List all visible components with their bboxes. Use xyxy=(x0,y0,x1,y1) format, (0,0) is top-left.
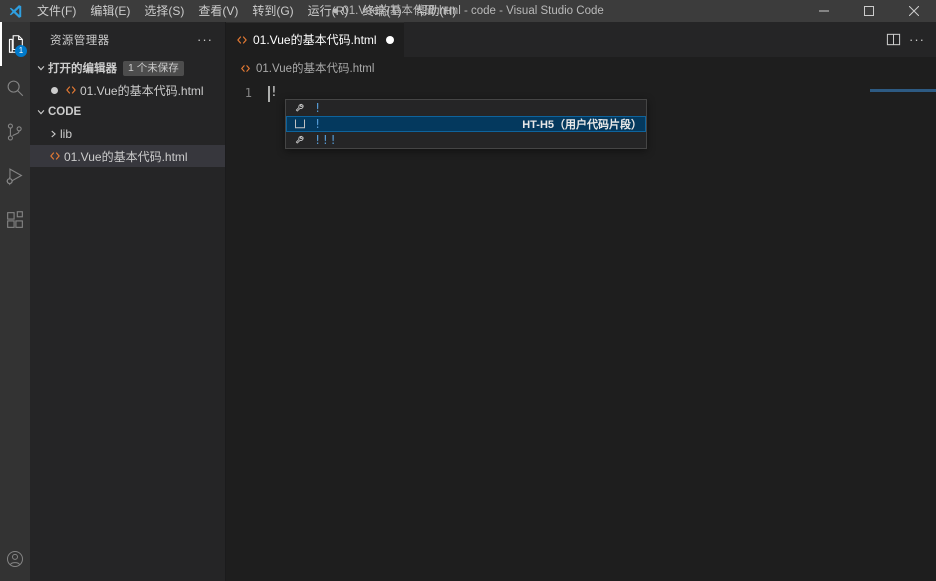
text-cursor xyxy=(268,86,270,102)
split-editor-icon[interactable] xyxy=(882,29,904,51)
html-file-icon xyxy=(62,84,80,96)
title-bar: 文件(F) 编辑(E) 选择(S) 查看(V) 转到(G) 运行(R) 终端(T… xyxy=(0,0,936,22)
menu-file[interactable]: 文件(F) xyxy=(30,0,83,22)
activity-extensions[interactable] xyxy=(0,198,30,242)
menu-edit[interactable]: 编辑(E) xyxy=(83,0,137,22)
html-file-icon xyxy=(46,150,64,162)
open-editor-label: 01.Vue的基本代码.html xyxy=(80,83,204,98)
html-file-icon xyxy=(240,63,251,74)
sidebar-title: 资源管理器 xyxy=(50,34,110,47)
snippet-wrench-icon xyxy=(292,101,308,115)
minimize-button[interactable] xyxy=(801,0,846,22)
close-button[interactable] xyxy=(891,0,936,22)
activity-search[interactable] xyxy=(0,66,30,110)
vscode-logo-icon xyxy=(0,0,30,22)
suggest-label: !!! xyxy=(314,133,338,147)
code-editor[interactable]: 1 ! ! ! HT-H5（用户代码片段） !!! xyxy=(226,79,936,581)
vscode-window: 文件(F) 编辑(E) 选择(S) 查看(V) 转到(G) 运行(R) 终端(T… xyxy=(0,0,936,581)
breadcrumb-label[interactable]: 01.Vue的基本代码.html xyxy=(256,60,374,76)
workbench-body: 1 资源管理器 ··· 打开的编辑器 1 个未保存 01.Vue的基本代码.ht… xyxy=(0,22,936,581)
tab-html-file[interactable]: 01.Vue的基本代码.html xyxy=(226,22,405,57)
suggest-detail: HT-H5（用户代码片段） xyxy=(522,119,642,131)
editor-group: 01.Vue的基本代码.html ··· 01.Vue的基本代码.html 1 … xyxy=(226,22,936,581)
tree-item-html-file-label: 01.Vue的基本代码.html xyxy=(64,149,188,164)
activity-run-debug[interactable] xyxy=(0,154,30,198)
line-number: 1 xyxy=(244,85,252,100)
snippet-wrench-icon xyxy=(292,133,308,147)
chevron-right-icon xyxy=(46,129,60,139)
explorer-badge: 1 xyxy=(15,45,27,57)
tab-dirty-indicator-icon[interactable] xyxy=(385,35,394,44)
menu-bar[interactable]: 文件(F) 编辑(E) 选择(S) 查看(V) 转到(G) 运行(R) 终端(T… xyxy=(30,0,463,22)
tree-item-lib[interactable]: lib xyxy=(30,123,225,145)
suggest-label: ! xyxy=(314,117,322,131)
editor-actions: ··· xyxy=(874,22,936,57)
maximize-button[interactable] xyxy=(846,0,891,22)
menu-selection[interactable]: 选择(S) xyxy=(137,0,191,22)
open-editors-label: 打开的编辑器 xyxy=(48,63,117,75)
activity-explorer[interactable]: 1 xyxy=(0,22,30,66)
dirty-indicator-icon xyxy=(46,86,62,94)
sidebar-header: 资源管理器 ··· xyxy=(30,22,225,57)
html-file-icon xyxy=(236,34,248,46)
snippet-box-icon xyxy=(292,117,308,131)
menu-run[interactable]: 运行(R) xyxy=(301,0,356,22)
tab-label: 01.Vue的基本代码.html xyxy=(253,33,377,47)
menu-help[interactable]: 帮助(H) xyxy=(409,0,464,22)
unsaved-badge: 1 个未保存 xyxy=(123,60,184,76)
breadcrumb[interactable]: 01.Vue的基本代码.html xyxy=(226,57,936,79)
chevron-down-icon xyxy=(34,63,48,73)
activity-account[interactable] xyxy=(0,537,30,581)
menu-go[interactable]: 转到(G) xyxy=(245,0,300,22)
menu-terminal[interactable]: 终端(T) xyxy=(355,0,408,22)
sidebar-more-actions-icon[interactable]: ··· xyxy=(191,33,219,46)
suggest-row-2[interactable]: !!! xyxy=(286,132,646,148)
chevron-down-icon xyxy=(34,107,48,117)
line-content[interactable]: ! xyxy=(268,85,278,102)
folder-name-label: CODE xyxy=(48,106,82,118)
suggest-widget[interactable]: ! ! HT-H5（用户代码片段） !!! xyxy=(285,99,647,149)
suggest-row-0[interactable]: ! xyxy=(286,100,646,116)
activity-bar: 1 xyxy=(0,22,30,581)
sidebar-explorer: 资源管理器 ··· 打开的编辑器 1 个未保存 01.Vue的基本代码.html xyxy=(30,22,226,581)
section-open-editors[interactable]: 打开的编辑器 1 个未保存 xyxy=(30,57,225,79)
suggest-row-1[interactable]: ! HT-H5（用户代码片段） xyxy=(286,116,646,132)
editor-more-actions-icon[interactable]: ··· xyxy=(906,29,928,51)
open-editor-item[interactable]: 01.Vue的基本代码.html xyxy=(30,79,225,101)
editor-tabs: 01.Vue的基本代码.html ··· xyxy=(226,22,936,57)
line-text: ! xyxy=(270,85,278,100)
window-controls[interactable] xyxy=(801,0,936,22)
tabs-empty-space xyxy=(404,22,874,57)
tree-item-lib-label: lib xyxy=(60,127,73,141)
activity-source-control[interactable] xyxy=(0,110,30,154)
tree-item-html-file[interactable]: 01.Vue的基本代码.html xyxy=(30,145,225,167)
section-folder-code[interactable]: CODE xyxy=(30,101,225,123)
suggest-label: ! xyxy=(314,101,322,115)
menu-view[interactable]: 查看(V) xyxy=(191,0,245,22)
